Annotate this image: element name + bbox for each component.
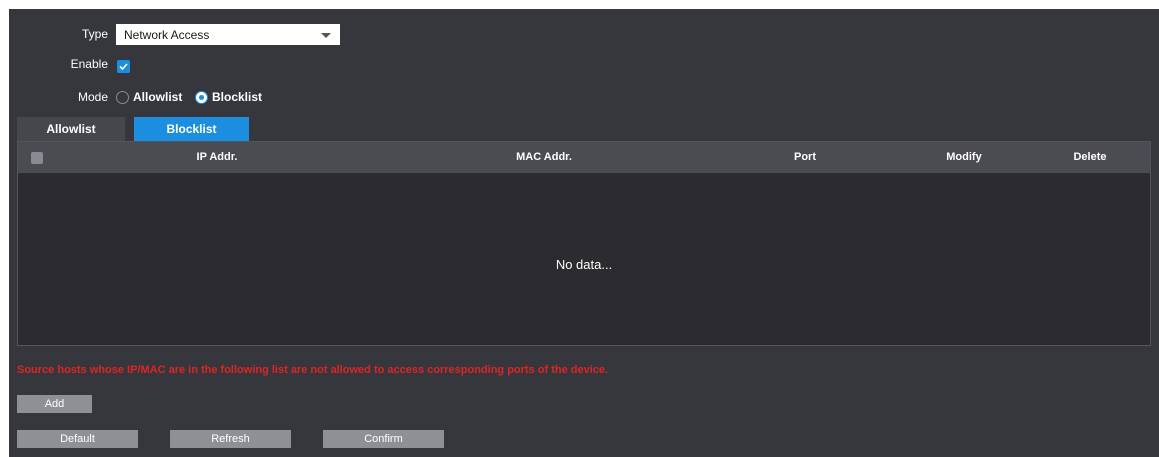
- tab-allowlist-label: Allowlist: [46, 122, 96, 136]
- tab-blocklist-label: Blocklist: [166, 122, 217, 136]
- table-header: IP Addr. MAC Addr. Port Modify Delete: [18, 142, 1150, 173]
- column-header-modify: Modify: [946, 151, 982, 163]
- confirm-button[interactable]: Confirm: [323, 430, 444, 448]
- column-header-ip: IP Addr.: [196, 151, 238, 163]
- mode-option-blocklist-label: Blocklist: [212, 90, 263, 104]
- add-button[interactable]: Add: [17, 395, 92, 413]
- tab-blocklist[interactable]: Blocklist: [134, 117, 249, 141]
- default-button[interactable]: Default: [17, 430, 138, 448]
- warning-message: Source hosts whose IP/MAC are in the fol…: [17, 364, 609, 376]
- type-select[interactable]: Network Access: [116, 24, 340, 45]
- tab-allowlist[interactable]: Allowlist: [17, 117, 125, 141]
- network-access-panel: Type Network Access Enable Mode Allowlis…: [9, 9, 1159, 457]
- checkmark-icon: [119, 63, 128, 71]
- column-header-mac: MAC Addr.: [516, 151, 572, 163]
- type-select-value: Network Access: [124, 27, 210, 42]
- column-header-delete: Delete: [1073, 151, 1107, 163]
- mode-radio-allowlist[interactable]: [116, 91, 129, 104]
- select-all-checkbox[interactable]: [31, 152, 43, 164]
- mode-label: Mode: [77, 90, 108, 104]
- enable-label: Enable: [70, 57, 108, 71]
- mode-radio-blocklist[interactable]: [195, 91, 208, 104]
- column-header-port: Port: [794, 151, 816, 163]
- enable-checkbox[interactable]: [117, 60, 130, 73]
- chevron-down-icon: [321, 33, 331, 38]
- type-label: Type: [81, 27, 108, 41]
- refresh-button[interactable]: Refresh: [170, 430, 291, 448]
- mode-option-allowlist-label: Allowlist: [133, 90, 183, 104]
- access-list-table: IP Addr. MAC Addr. Port Modify Delete No…: [17, 141, 1151, 346]
- table-empty-message: No data...: [555, 257, 613, 272]
